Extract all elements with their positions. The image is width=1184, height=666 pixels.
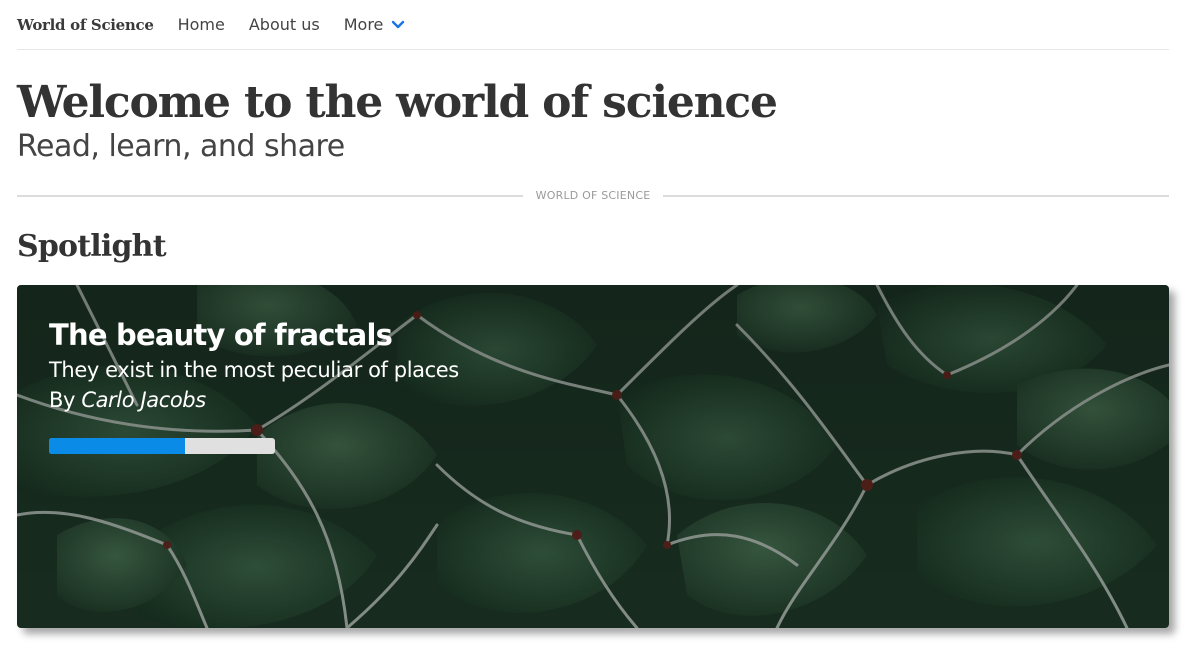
brand-logo[interactable]: World of Science (17, 16, 154, 34)
nav-more-label: More (343, 15, 384, 34)
reading-progress-fill (49, 438, 185, 454)
byline-prefix: By (49, 388, 76, 412)
spotlight-card[interactable]: The beauty of fractals They exist in the… (17, 285, 1169, 628)
divider-line-left (17, 194, 523, 197)
top-nav: World of Science Home About us More (17, 0, 1169, 50)
divider-line-right (663, 194, 1170, 197)
chevron-down-icon (392, 20, 405, 28)
page: World of Science Home About us More Welc… (0, 0, 1184, 666)
page-subtitle: Read, learn, and share (17, 129, 345, 164)
article-byline: By Carlo Jacobs (49, 385, 459, 415)
article-author[interactable]: Carlo Jacobs (81, 388, 206, 412)
section-divider: WORLD OF SCIENCE (17, 189, 1170, 202)
article-title[interactable]: The beauty of fractals (49, 315, 459, 355)
spotlight-card-content: The beauty of fractals They exist in the… (49, 315, 459, 454)
nav-link-home[interactable]: Home (178, 15, 225, 34)
reading-progress-bar (49, 438, 275, 454)
divider-label: WORLD OF SCIENCE (535, 189, 651, 202)
nav-more-dropdown[interactable]: More (344, 15, 406, 34)
article-subtitle: They exist in the most peculiar of place… (49, 358, 459, 382)
nav-link-about[interactable]: About us (249, 15, 320, 34)
spotlight-heading: Spotlight (17, 229, 167, 264)
page-title: Welcome to the world of science (17, 77, 778, 128)
